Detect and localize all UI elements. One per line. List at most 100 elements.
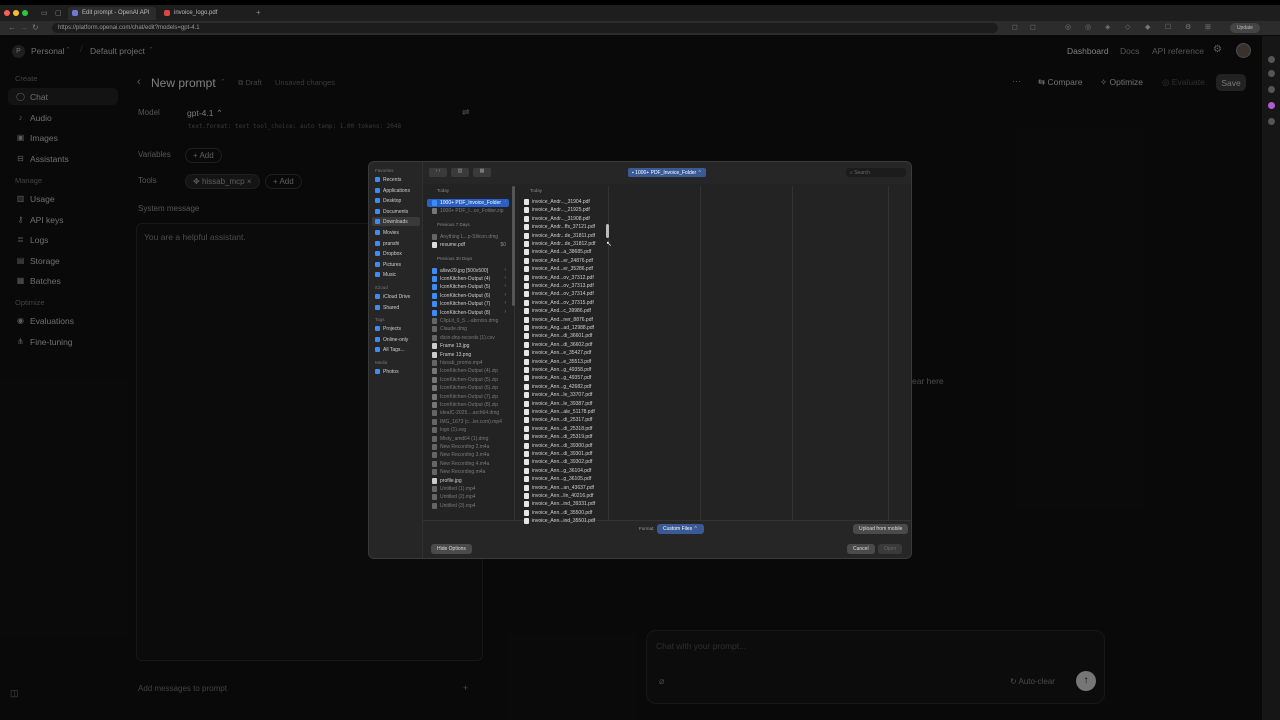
- view-mode-icon[interactable]: ▥: [451, 168, 469, 177]
- finder-sidebar-item[interactable]: All Tags...: [372, 345, 420, 354]
- finder-sidebar-item[interactable]: Movies: [372, 228, 420, 237]
- extension-icon[interactable]: ◈: [1105, 23, 1110, 31]
- file-row[interactable]: Anything L...p-Silicon.dmg: [427, 233, 509, 241]
- file-row[interactable]: Untitled (2).mp4: [427, 493, 509, 501]
- file-row[interactable]: 1000+ PDF_I...ce_Folder.zip: [427, 207, 509, 215]
- file-row[interactable]: dicin-dns-records (1).csv: [427, 334, 509, 342]
- finder-sidebar-item[interactable]: Photos: [372, 367, 420, 376]
- finder-sidebar-item[interactable]: Dropbox: [372, 249, 420, 258]
- file-row[interactable]: ideaIC-2025....arch64.dmg: [427, 409, 509, 417]
- group-icon[interactable]: ▦: [473, 168, 491, 177]
- pdf-file-row[interactable]: invoice_Ann...di_25319.pdf: [519, 433, 605, 441]
- open-button[interactable]: Open: [878, 544, 903, 554]
- finder-sidebar-item[interactable]: Music: [372, 270, 420, 279]
- file-row[interactable]: New Recording 2.m4a: [427, 443, 509, 451]
- column-scrollbar[interactable]: [512, 186, 515, 306]
- file-row[interactable]: IconKitchen-Output (8) ›: [427, 309, 509, 317]
- pdf-file-row[interactable]: invoice_Andr...de_31811.pdf: [519, 232, 605, 240]
- file-row[interactable]: Claude.dmg: [427, 325, 509, 333]
- pdf-file-row[interactable]: invoice_Ann...ind_39331.pdf: [519, 500, 605, 508]
- pdf-file-row[interactable]: invoice_Andr..._31908.pdf: [519, 215, 605, 223]
- file-row[interactable]: IconKitchen-Output (6) ›: [427, 292, 509, 300]
- pdf-file-row[interactable]: invoice_Andr..._21925.pdf: [519, 206, 605, 214]
- pdf-file-row[interactable]: invoice_Ann...le_39387.pdf: [519, 400, 605, 408]
- browser-tab-active[interactable]: Edit prompt - OpenAI API: [68, 7, 156, 20]
- extension-icon[interactable]: ◻: [1030, 23, 1036, 31]
- file-row[interactable]: Untitled (3).mp4: [427, 502, 509, 510]
- format-dropdown[interactable]: Custom Files ⌃: [657, 524, 704, 534]
- file-row[interactable]: logo (1).svg: [427, 426, 509, 434]
- extension-icon[interactable]: ◻: [1012, 23, 1018, 31]
- file-row[interactable]: IconKitchen-Output (5) ›: [427, 283, 509, 291]
- finder-sidebar-item[interactable]: Online-only: [372, 335, 420, 344]
- extension-icon[interactable]: ☐: [1165, 23, 1171, 31]
- extension-icon[interactable]: ⊞: [1205, 23, 1211, 31]
- cancel-button[interactable]: Cancel: [847, 544, 875, 554]
- finder-sidebar-item[interactable]: Shared: [372, 303, 420, 312]
- pdf-file-row[interactable]: invoice_Ann...le_33707.pdf: [519, 391, 605, 399]
- pdf-file-row[interactable]: invoice_Ann...g_42682.pdf: [519, 383, 605, 391]
- sidebar-toggle-icon[interactable]: ▭: [41, 9, 48, 17]
- finder-sidebar-item[interactable]: Documents: [372, 207, 420, 216]
- pdf-file-row[interactable]: invoice_Ann...di_36601.pdf: [519, 332, 605, 340]
- file-row[interactable]: IMG_1673 (c...ler.com).mp4: [427, 418, 509, 426]
- pdf-file-row[interactable]: invoice_Ann...g_49358.pdf: [519, 366, 605, 374]
- file-row[interactable]: IconKitchen-Output (4) ›: [427, 275, 509, 283]
- extension-icon[interactable]: ⚙: [1185, 23, 1191, 31]
- forward-icon[interactable]: →: [20, 23, 28, 32]
- file-row[interactable]: Frame 13.png: [427, 351, 509, 359]
- side-panel-icon[interactable]: [1268, 86, 1275, 93]
- address-bar[interactable]: https://platform.openai.com/chat/edit?mo…: [52, 23, 998, 33]
- finder-sidebar-item[interactable]: Pictures: [372, 260, 420, 269]
- pdf-file-row[interactable]: invoice_Ann...g_49357.pdf: [519, 374, 605, 382]
- pdf-file-row[interactable]: invoice_Ann...di_25317.pdf: [519, 416, 605, 424]
- pdf-file-row[interactable]: invoice_Ann...di_39301.pdf: [519, 450, 605, 458]
- new-tab-icon[interactable]: +: [256, 8, 261, 17]
- side-panel-icon[interactable]: [1268, 56, 1275, 63]
- pdf-file-row[interactable]: invoice_And...ov_37312.pdf: [519, 274, 605, 282]
- pdf-file-row[interactable]: invoice_Ann...di_39302.pdf: [519, 458, 605, 466]
- pdf-file-row[interactable]: invoice_Ann...di_36602.pdf: [519, 341, 605, 349]
- pdf-file-row[interactable]: invoice_Ann...e_35513.pdf: [519, 358, 605, 366]
- finder-sidebar-item[interactable]: pranshi: [372, 239, 420, 248]
- file-row[interactable]: resume.pdf $0: [427, 241, 509, 249]
- file-row[interactable]: IconKitchen-Output (7).zip: [427, 393, 509, 401]
- file-row[interactable]: Frame 13.jpg: [427, 342, 509, 350]
- file-row[interactable]: IconKitchen-Output (6).zip: [427, 384, 509, 392]
- pdf-file-row[interactable]: invoice_Andr...de_31812.pdf: [519, 240, 605, 248]
- pdf-file-row[interactable]: invoice_And...ov_37315.pdf: [519, 299, 605, 307]
- back-icon[interactable]: ←: [8, 23, 16, 32]
- finder-sidebar-item[interactable]: Projects: [372, 324, 420, 333]
- file-row[interactable]: New Recording 4.m4a: [427, 460, 509, 468]
- extension-icon[interactable]: ◎: [1065, 23, 1071, 31]
- finder-sidebar-item[interactable]: Desktop: [372, 196, 420, 205]
- pdf-file-row[interactable]: invoice_Ann...e_35427.pdf: [519, 349, 605, 357]
- pdf-file-row[interactable]: invoice_And...er_24876.pdf: [519, 257, 605, 265]
- file-row[interactable]: 1000+ PDF_Invoice_Folder ›: [427, 199, 509, 207]
- back-forward-icon[interactable]: ‹ ›: [429, 168, 447, 177]
- side-panel-icon[interactable]: [1268, 70, 1275, 77]
- finder-sidebar-item[interactable]: Applications: [372, 186, 420, 195]
- side-panel-icon[interactable]: [1268, 118, 1275, 125]
- file-row[interactable]: profile.jpg: [427, 477, 509, 485]
- upload-from-mobile-button[interactable]: Upload from mobile: [853, 524, 909, 534]
- update-button[interactable]: Update: [1230, 23, 1260, 33]
- file-row[interactable]: Misty_amd64 (1).dmg: [427, 435, 509, 443]
- finder-sidebar-item[interactable]: iCloud Drive: [372, 292, 420, 301]
- pdf-file-row[interactable]: invoice_And...er_35286.pdf: [519, 265, 605, 273]
- maximize-window-icon[interactable]: [22, 10, 28, 16]
- pdf-file-row[interactable]: invoice_Ang...ad_12988.pdf: [519, 324, 605, 332]
- extension-icon[interactable]: ◆: [1145, 23, 1150, 31]
- pdf-file-row[interactable]: invoice_Ann...an_43637.pdf: [519, 484, 605, 492]
- file-row[interactable]: IconKitchen-Output (5).zip: [427, 376, 509, 384]
- tab-overview-icon[interactable]: ▢: [55, 9, 62, 17]
- pdf-file-row[interactable]: invoice_And...ov_37313.pdf: [519, 282, 605, 290]
- path-dropdown[interactable]: ▪ 1000+ PDF_Invoice_Folder ⌃: [628, 168, 706, 177]
- hide-options-button[interactable]: Hide Options: [431, 544, 472, 554]
- minimize-window-icon[interactable]: [13, 10, 19, 16]
- file-row[interactable]: hissab_promo.mp4: [427, 359, 509, 367]
- reload-icon[interactable]: ↻: [32, 23, 39, 32]
- file-row[interactable]: IconKitchen-Output (7) ›: [427, 300, 509, 308]
- file-row[interactable]: New Recording 3.m4a: [427, 451, 509, 459]
- pdf-file-row[interactable]: invoice_And...ov_37314.pdf: [519, 290, 605, 298]
